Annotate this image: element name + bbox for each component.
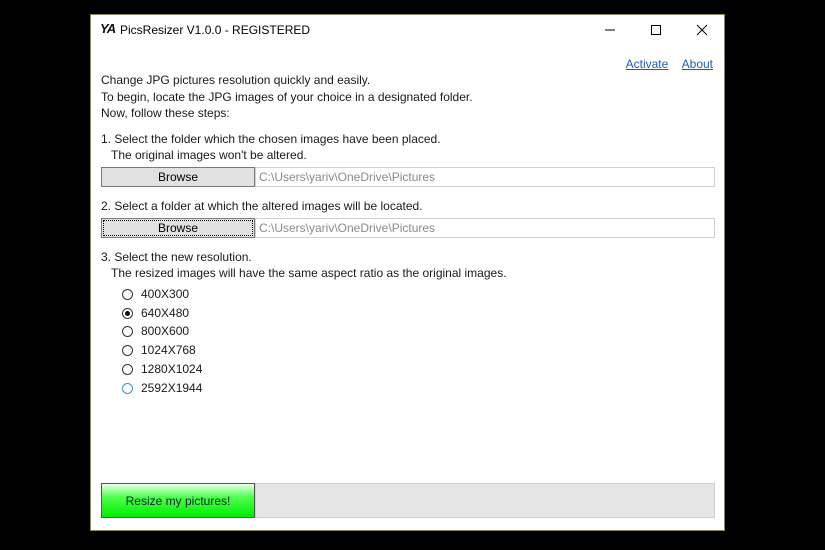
resolution-label: 1280X1024: [141, 362, 203, 376]
resolution-label: 400X300: [141, 287, 190, 301]
step3-note: The resized images will have the same as…: [111, 266, 507, 280]
progress-bar: [255, 483, 715, 518]
resolution-option[interactable]: 1024X768: [122, 341, 196, 359]
maximize-button[interactable]: [633, 15, 679, 45]
intro-line-1: Change JPG pictures resolution quickly a…: [101, 73, 371, 87]
activate-link[interactable]: Activate: [626, 57, 669, 71]
step2-title: 2. Select a folder at which the altered …: [101, 199, 423, 213]
close-button[interactable]: [679, 15, 725, 45]
minimize-icon: [605, 29, 615, 31]
resolution-option[interactable]: 800X600: [122, 322, 189, 340]
radio-button[interactable]: [122, 382, 133, 394]
window-title: PicsResizer V1.0.0 - REGISTERED: [120, 23, 311, 37]
source-path-field[interactable]: C:\Users\yariv\OneDrive\Pictures: [255, 167, 715, 187]
step3-title: 3. Select the new resolution.: [101, 250, 252, 264]
resolution-option[interactable]: 640X480: [122, 304, 189, 322]
intro-line-2: To begin, locate the JPG images of your …: [101, 90, 473, 104]
app-window: YA PicsResizer V1.0.0 - REGISTERED Activ…: [90, 14, 725, 531]
header-links: Activate About: [616, 57, 713, 71]
resolution-label: 1024X768: [141, 343, 196, 357]
maximize-icon: [651, 25, 661, 35]
resolution-label: 2592X1944: [141, 381, 203, 395]
resolution-label: 640X480: [141, 306, 190, 320]
title-bar[interactable]: YA PicsResizer V1.0.0 - REGISTERED: [91, 15, 724, 45]
intro-line-3: Now, follow these steps:: [101, 106, 230, 120]
minimize-button[interactable]: [587, 15, 633, 45]
radio-selected-dot: [125, 310, 130, 316]
resolution-option[interactable]: 400X300: [122, 285, 189, 303]
resolution-option[interactable]: 2592X1944: [122, 379, 202, 397]
about-link[interactable]: About: [682, 57, 713, 71]
resize-button[interactable]: Resize my pictures!: [101, 483, 255, 518]
radio-button[interactable]: [122, 344, 133, 356]
radio-button[interactable]: [122, 363, 133, 375]
step1-note: The original images won't be altered.: [111, 148, 307, 162]
resolution-option[interactable]: 1280X1024: [122, 360, 202, 378]
destination-browse-button[interactable]: Browse: [101, 218, 255, 238]
close-icon: [696, 24, 708, 36]
source-browse-button[interactable]: Browse: [101, 167, 255, 187]
radio-button[interactable]: [122, 307, 133, 319]
app-logo-icon: YA: [100, 21, 116, 36]
radio-button[interactable]: [122, 288, 133, 300]
radio-button[interactable]: [122, 325, 133, 337]
step1-title: 1. Select the folder which the chosen im…: [101, 132, 441, 146]
destination-path-field[interactable]: C:\Users\yariv\OneDrive\Pictures: [255, 218, 715, 238]
resolution-label: 800X600: [141, 324, 190, 338]
